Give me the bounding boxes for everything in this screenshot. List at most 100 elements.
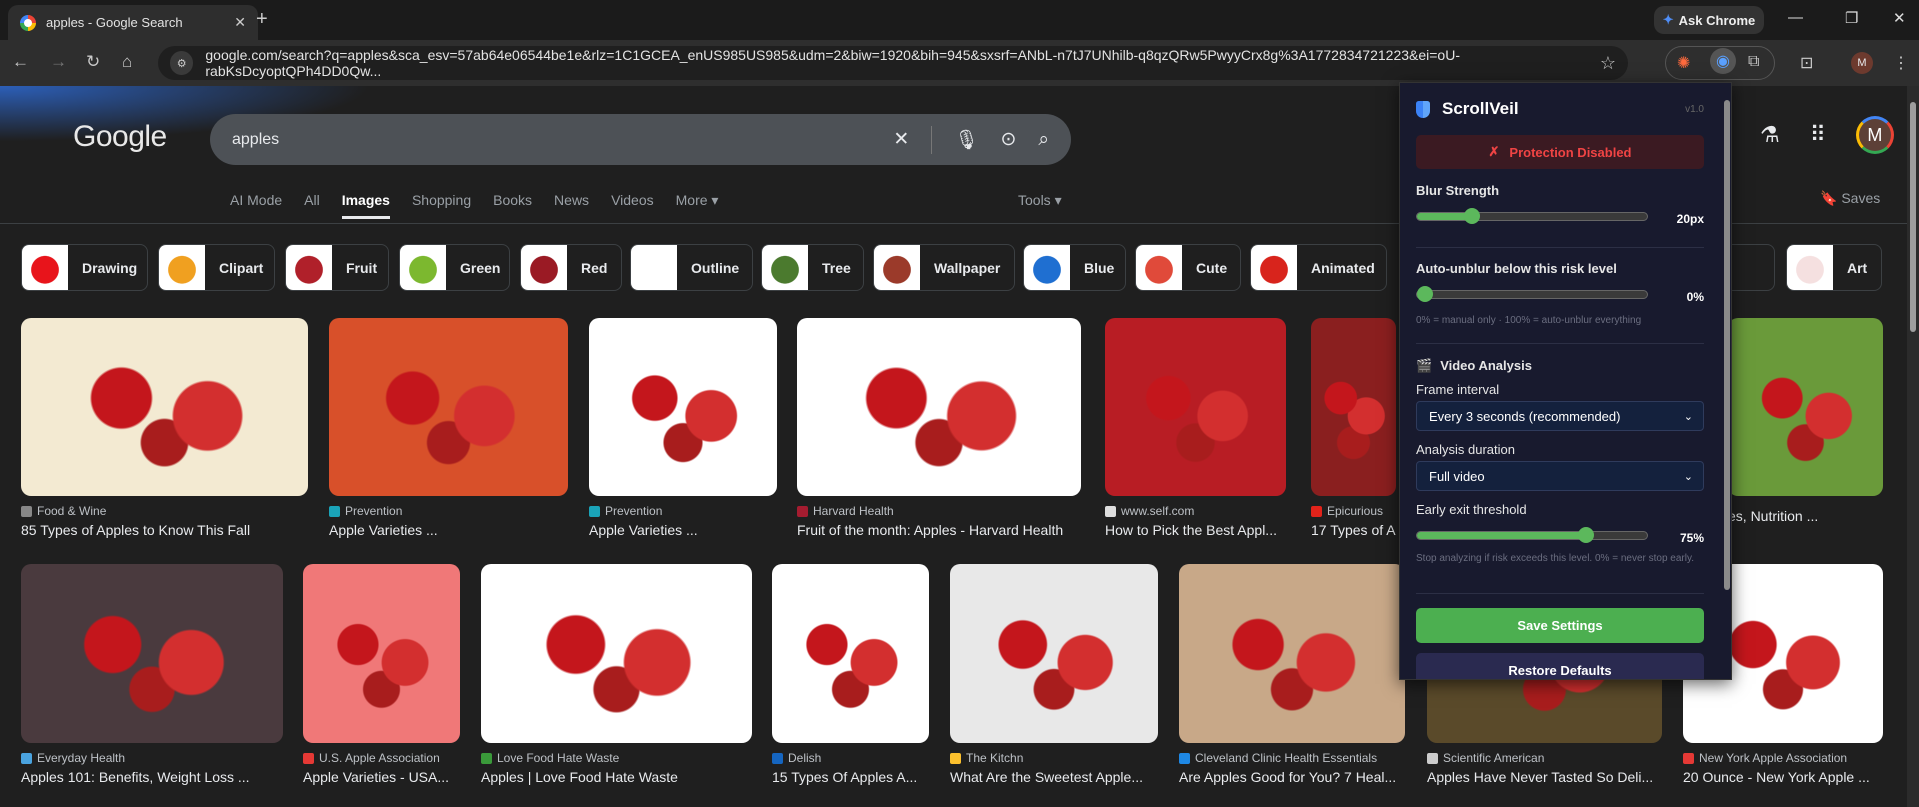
image-result[interactable]: Prevention Apple Varieties ... bbox=[329, 318, 568, 538]
result-title[interactable]: Apples | Love Food Hate Waste bbox=[481, 769, 752, 785]
result-thumbnail[interactable] bbox=[1311, 318, 1396, 496]
image-result[interactable]: Food & Wine 85 Types of Apples to Know Th… bbox=[21, 318, 308, 538]
result-source[interactable]: Love Food Hate Waste bbox=[481, 751, 752, 765]
close-window-icon[interactable]: ✕ bbox=[1893, 9, 1906, 27]
scrollveil-extension-icon[interactable]: ◉ bbox=[1710, 48, 1736, 74]
microphone-icon[interactable]: 🎙 bbox=[954, 128, 978, 152]
result-source[interactable]: Epicurious bbox=[1311, 504, 1396, 518]
frame-interval-select[interactable]: Every 3 seconds (recommended) ⌄ bbox=[1416, 401, 1704, 431]
google-logo[interactable]: Google bbox=[73, 120, 167, 154]
result-source[interactable]: Harvard Health bbox=[797, 504, 1081, 518]
chip-green[interactable]: Green bbox=[399, 244, 510, 291]
browser-tab[interactable]: apples - Google Search ✕ bbox=[8, 5, 258, 40]
tools-button[interactable]: Tools ▾ bbox=[1018, 192, 1062, 209]
search-query[interactable]: apples bbox=[232, 131, 279, 149]
result-title[interactable]: Are Apples Good for You? 7 Heal... bbox=[1179, 769, 1405, 785]
page-scrollbar[interactable] bbox=[1907, 86, 1919, 807]
slider-thumb[interactable] bbox=[1417, 286, 1433, 302]
image-result[interactable]: The Kitchn What Are the Sweetest Apple... bbox=[950, 564, 1158, 785]
result-title[interactable]: 17 Types of A bbox=[1311, 522, 1396, 538]
image-result[interactable]: es, Nutrition ... bbox=[1728, 318, 1883, 524]
image-result[interactable]: Cleveland Clinic Health Essentials Are Ap… bbox=[1179, 564, 1405, 785]
chip-animated[interactable]: Animated bbox=[1250, 244, 1387, 291]
extensions-puzzle-icon[interactable]: ⧉ bbox=[1748, 53, 1759, 71]
forward-icon[interactable]: → bbox=[50, 52, 67, 72]
result-source[interactable]: U.S. Apple Association bbox=[303, 751, 460, 765]
popup-scrollbar[interactable] bbox=[1723, 90, 1731, 590]
result-title[interactable]: Apples Have Never Tasted So Deli... bbox=[1427, 769, 1662, 785]
close-tab-icon[interactable]: ✕ bbox=[234, 14, 246, 31]
chip-red[interactable]: Red bbox=[520, 244, 622, 291]
image-result[interactable]: www.self.com How to Pick the Best Appl... bbox=[1105, 318, 1286, 538]
image-result[interactable]: Harvard Health Fruit of the month: Apples… bbox=[797, 318, 1081, 538]
menu-kebab-icon[interactable]: ⋮ bbox=[1893, 53, 1909, 73]
result-title[interactable]: 15 Types Of Apples A... bbox=[772, 769, 929, 785]
chip-blue[interactable]: Blue bbox=[1023, 244, 1126, 291]
tab-search-icon[interactable]: ⊡ bbox=[1800, 53, 1813, 73]
restore-defaults-button[interactable]: Restore Defaults bbox=[1416, 653, 1704, 679]
chip-clipart[interactable]: Clipart bbox=[158, 244, 275, 291]
bookmark-star-icon[interactable]: ☆ bbox=[1600, 53, 1616, 74]
image-result[interactable]: Love Food Hate Waste Apples | Love Food H… bbox=[481, 564, 752, 785]
ask-chrome-button[interactable]: ✦ Ask Chrome bbox=[1654, 6, 1764, 34]
result-title[interactable]: Apple Varieties ... bbox=[589, 522, 777, 538]
result-thumbnail[interactable] bbox=[303, 564, 460, 743]
result-title[interactable]: es, Nutrition ... bbox=[1728, 508, 1883, 524]
clear-icon[interactable]: ✕ bbox=[893, 128, 909, 151]
result-thumbnail[interactable] bbox=[772, 564, 929, 743]
result-source[interactable]: Prevention bbox=[589, 504, 777, 518]
tab-shopping[interactable]: Shopping bbox=[412, 192, 471, 219]
chip-art[interactable]: Art bbox=[1786, 244, 1882, 291]
image-result[interactable]: Epicurious 17 Types of A bbox=[1311, 318, 1396, 538]
result-thumbnail[interactable] bbox=[797, 318, 1081, 496]
image-result[interactable]: Everyday Health Apples 101: Benefits, Wei… bbox=[21, 564, 283, 785]
chip-drawing[interactable]: Drawing bbox=[21, 244, 148, 291]
result-title[interactable]: Apples 101: Benefits, Weight Loss ... bbox=[21, 769, 283, 785]
result-title[interactable]: Apple Varieties - USA... bbox=[303, 769, 460, 785]
address-bar[interactable]: ⚙ google.com/search?q=apples&sca_esv=57ab… bbox=[158, 46, 1628, 80]
tab-more[interactable]: More ▾ bbox=[676, 192, 719, 219]
result-title[interactable]: 85 Types of Apples to Know This Fall bbox=[21, 522, 308, 538]
result-thumbnail[interactable] bbox=[1728, 318, 1883, 496]
result-source[interactable]: Everyday Health bbox=[21, 751, 283, 765]
result-thumbnail[interactable] bbox=[481, 564, 752, 743]
result-thumbnail[interactable] bbox=[21, 564, 283, 743]
profile-avatar[interactable]: M bbox=[1851, 52, 1873, 74]
tab-all[interactable]: All bbox=[304, 192, 320, 219]
result-thumbnail[interactable] bbox=[21, 318, 308, 496]
search-box[interactable]: apples ✕ 🎙 ⊙ ⌕ bbox=[210, 114, 1071, 165]
chip-tree[interactable]: Tree bbox=[761, 244, 864, 291]
result-source[interactable]: New York Apple Association bbox=[1683, 751, 1883, 765]
result-title[interactable]: What Are the Sweetest Apple... bbox=[950, 769, 1158, 785]
result-title[interactable]: Fruit of the month: Apples - Harvard Hea… bbox=[797, 522, 1081, 538]
minimize-icon[interactable]: — bbox=[1788, 9, 1803, 26]
tab-books[interactable]: Books bbox=[493, 192, 532, 219]
result-source[interactable]: Food & Wine bbox=[21, 504, 308, 518]
analysis-duration-select[interactable]: Full video ⌄ bbox=[1416, 461, 1704, 491]
chip-cute[interactable]: Cute bbox=[1135, 244, 1241, 291]
labs-flask-icon[interactable]: ⚗ bbox=[1760, 122, 1780, 148]
tab-images[interactable]: Images bbox=[341, 192, 390, 219]
save-settings-button[interactable]: Save Settings bbox=[1416, 608, 1704, 643]
result-source[interactable]: www.self.com bbox=[1105, 504, 1286, 518]
result-title[interactable]: 20 Ounce - New York Apple ... bbox=[1683, 769, 1883, 785]
home-icon[interactable]: ⌂ bbox=[122, 52, 132, 72]
blur-strength-slider[interactable] bbox=[1416, 208, 1648, 224]
account-avatar[interactable]: M bbox=[1855, 116, 1894, 154]
chip-wallpaper[interactable]: Wallpaper bbox=[873, 244, 1015, 291]
result-source[interactable]: The Kitchn bbox=[950, 751, 1158, 765]
result-thumbnail[interactable] bbox=[589, 318, 777, 496]
tab-videos[interactable]: Videos bbox=[611, 192, 654, 219]
result-thumbnail[interactable] bbox=[1179, 564, 1405, 743]
result-thumbnail[interactable] bbox=[950, 564, 1158, 743]
reload-icon[interactable]: ↻ bbox=[86, 52, 100, 72]
lens-icon[interactable]: ⊙ bbox=[1000, 128, 1016, 151]
slider-thumb[interactable] bbox=[1464, 208, 1481, 224]
restore-icon[interactable]: ❐ bbox=[1845, 9, 1858, 27]
early-exit-slider[interactable] bbox=[1416, 527, 1648, 543]
chip-fruit[interactable]: Fruit bbox=[285, 244, 389, 291]
result-title[interactable]: How to Pick the Best Appl... bbox=[1105, 522, 1286, 538]
auto-unblur-slider[interactable] bbox=[1416, 286, 1648, 302]
result-thumbnail[interactable] bbox=[329, 318, 568, 496]
result-source[interactable]: Scientific American bbox=[1427, 751, 1662, 765]
